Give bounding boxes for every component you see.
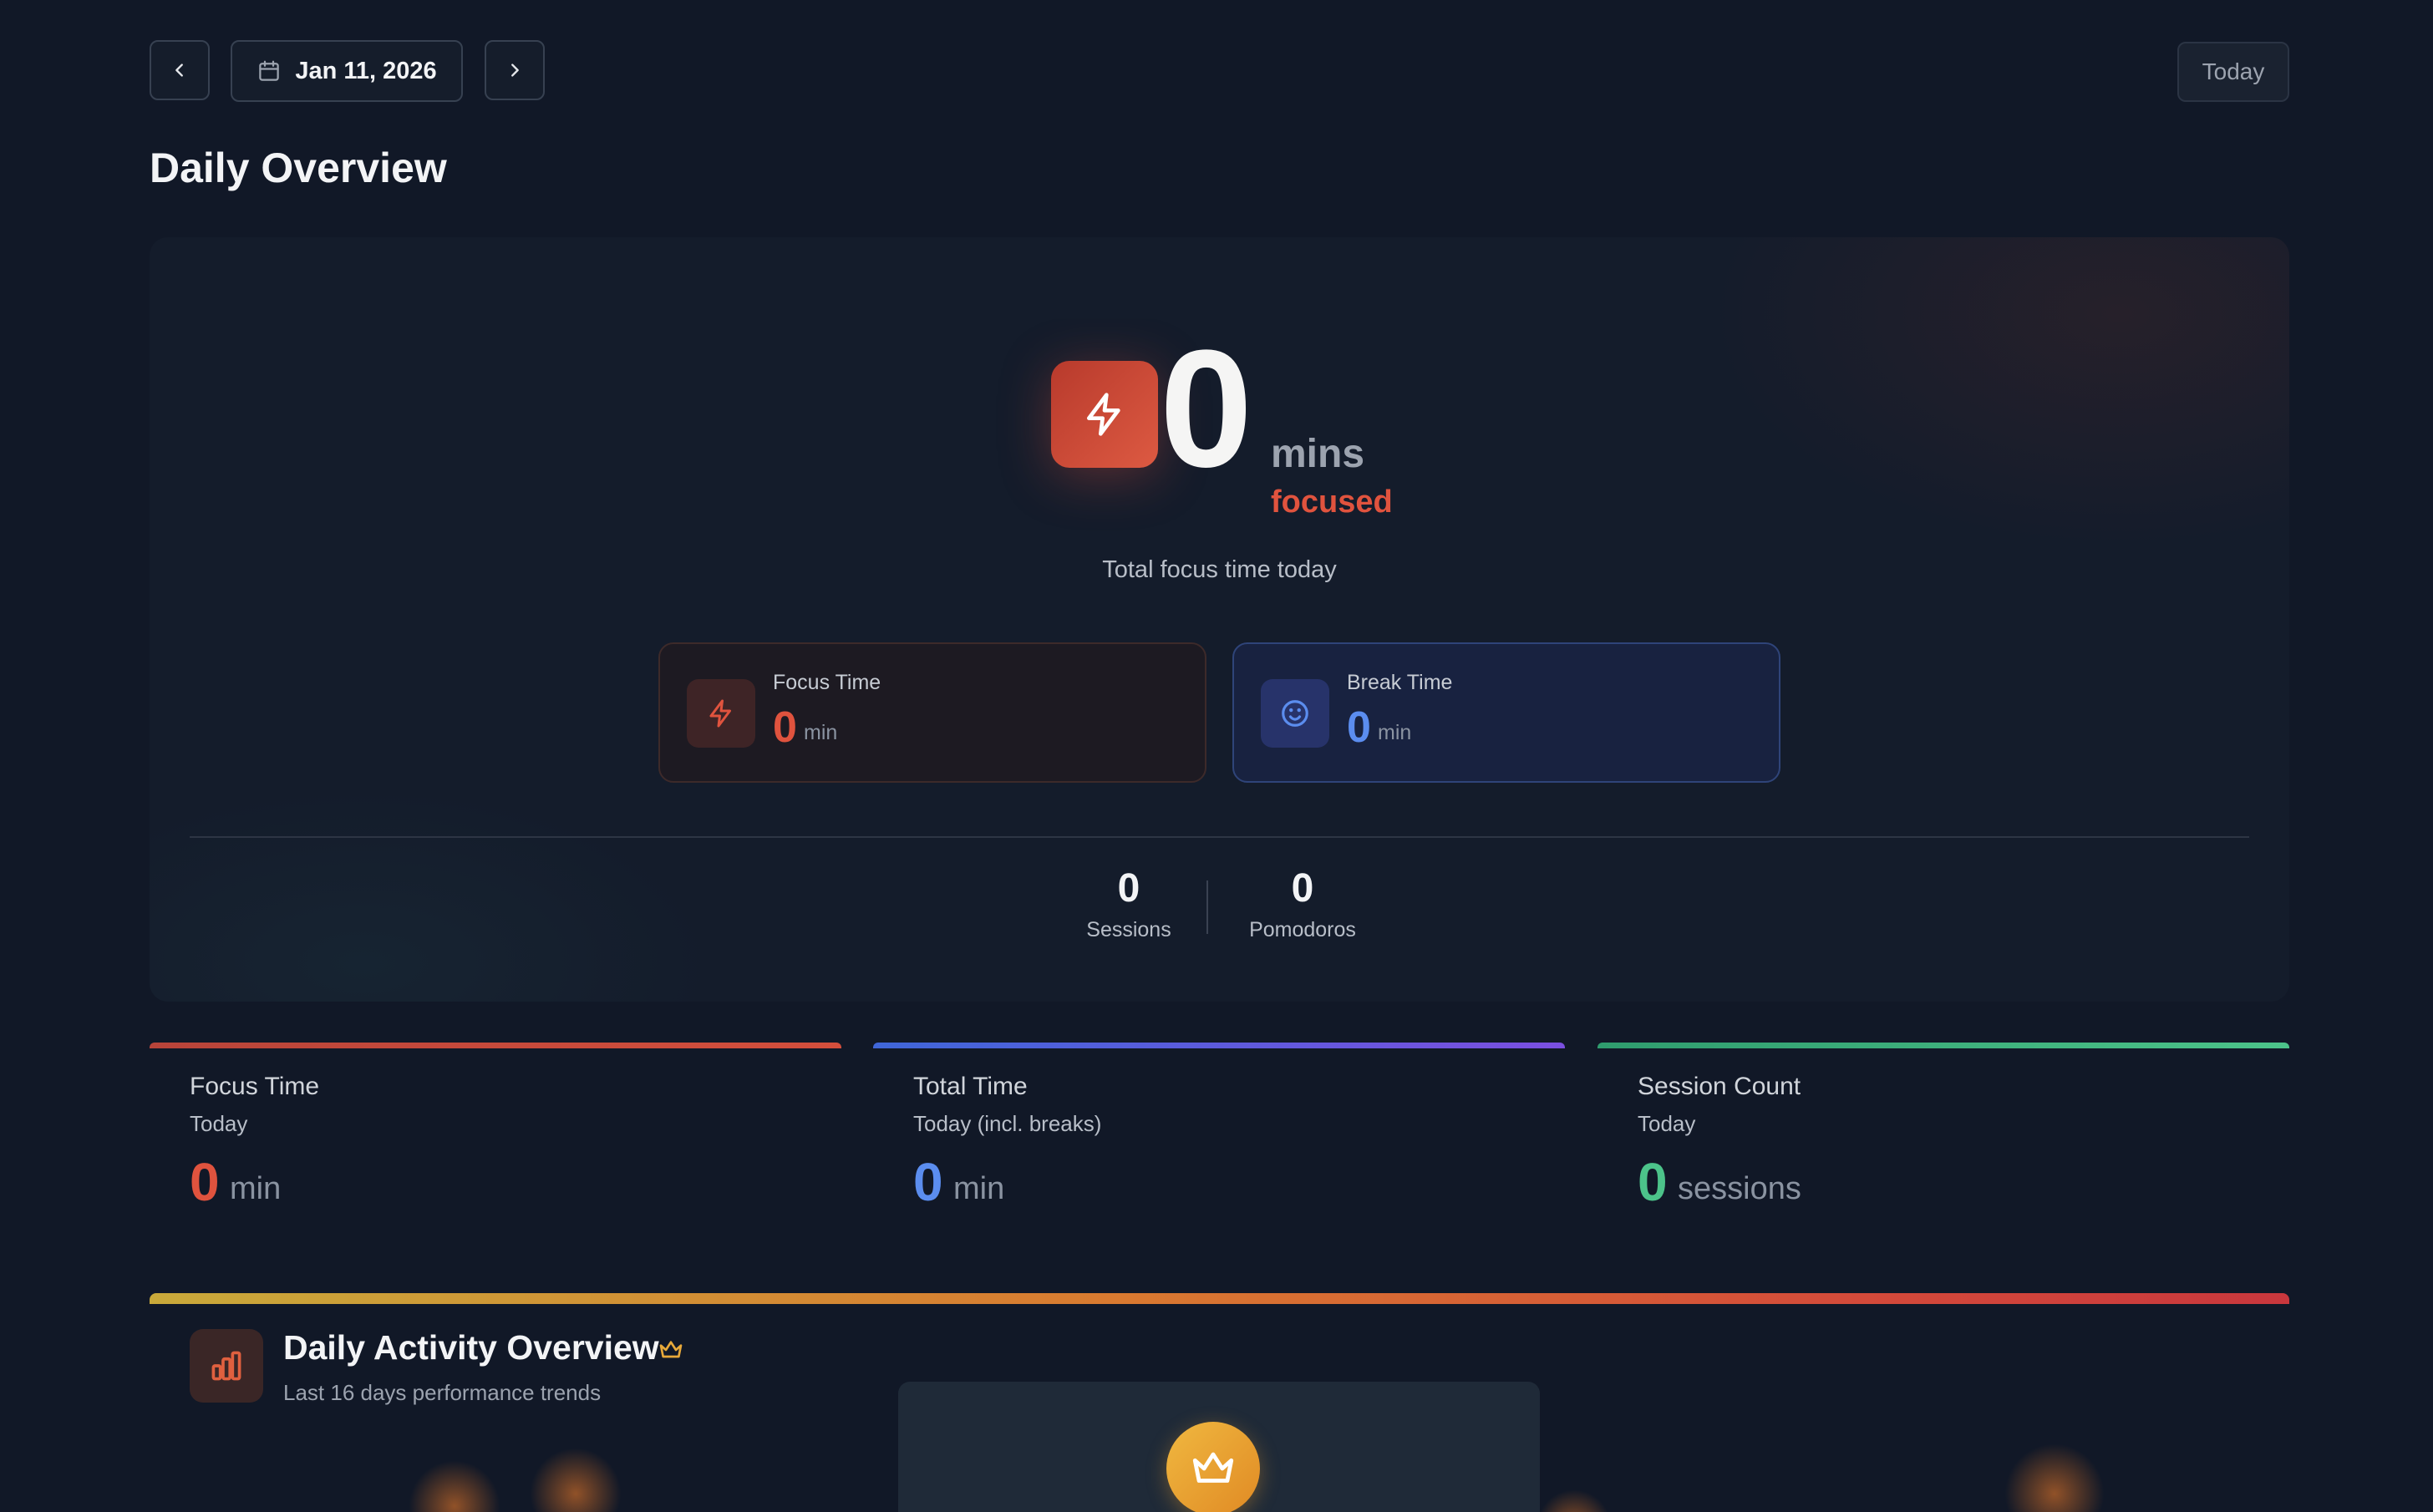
stat-value: 0 (913, 1152, 943, 1212)
stat-subtitle: Today (190, 1111, 248, 1136)
stat-value: 0 (190, 1152, 220, 1212)
bar-chart-icon (211, 1351, 241, 1381)
stat-title: Focus Time (190, 1073, 320, 1100)
total-focus-display: 0 mins focused (1051, 326, 1410, 541)
crown-icon (659, 1341, 683, 1358)
chevron-right-icon (511, 63, 519, 77)
pomodoros-count: 0 Pomodoros (1236, 865, 1369, 942)
count-separator (1206, 880, 1208, 934)
stat-card-session-count: Session Count Today 0 sessions (1597, 1043, 2289, 1226)
break-time-unit: min (1378, 721, 1412, 744)
stat-unit: min (953, 1171, 1005, 1206)
daily-summary-card: 0 mins focused Total focus time today Fo… (150, 237, 2289, 1002)
total-focus-unit: mins (1271, 432, 1365, 476)
stat-title: Session Count (1638, 1073, 1801, 1100)
page-title: Daily Overview (150, 145, 447, 191)
stat-unit: sessions (1678, 1171, 1801, 1206)
calendar-icon (259, 60, 280, 81)
break-time-card: Break Time 0 min (1232, 642, 1780, 783)
stat-subtitle: Today (1638, 1111, 1696, 1136)
chart-glow (1536, 1489, 1612, 1512)
break-icon-tile (1261, 679, 1329, 748)
focus-time-value: 0 (773, 703, 797, 752)
premium-upsell-panel[interactable] (898, 1382, 1540, 1512)
stat-title: Total Time (913, 1073, 1028, 1100)
prev-day-button[interactable] (150, 40, 210, 100)
page: Jan 11, 2026 Today Daily Overview 0 mins… (150, 0, 2289, 1512)
next-day-button[interactable] (485, 40, 545, 100)
activity-subtitle: Last 16 days performance trends (283, 1380, 602, 1405)
break-time-label: Break Time (1347, 671, 1453, 694)
pomodoros-value: 0 (1291, 866, 1314, 911)
premium-badge (1166, 1422, 1260, 1512)
activity-icon-tile (190, 1329, 263, 1403)
hero-subtitle: Total focus time today (1102, 556, 1337, 583)
lightning-icon (1087, 393, 1120, 436)
sessions-label: Sessions (1086, 918, 1171, 941)
stat-subtitle: Today (incl. breaks) (913, 1111, 1102, 1136)
break-time-value: 0 (1347, 703, 1371, 752)
date-picker-button[interactable]: Jan 11, 2026 (231, 40, 463, 102)
focus-icon-tile (687, 679, 755, 748)
stat-unit: min (230, 1171, 282, 1206)
sessions-value: 0 (1117, 866, 1140, 911)
stat-value: 0 (1638, 1152, 1668, 1212)
stat-accent-bar (1597, 1043, 2289, 1048)
focus-time-card: Focus Time 0 min (658, 642, 1206, 783)
focus-time-unit: min (804, 721, 838, 744)
pomodoros-label: Pomodoros (1249, 918, 1356, 941)
lightning-icon (709, 699, 731, 728)
chart-glow (530, 1448, 622, 1512)
chart-glow (2004, 1444, 2105, 1512)
today-button[interactable]: Today (2177, 42, 2289, 102)
stat-accent-bar (150, 1043, 841, 1048)
focus-time-label: Focus Time (773, 671, 881, 694)
stat-card-focus-time: Focus Time Today 0 min (150, 1043, 841, 1226)
chevron-left-icon (175, 63, 183, 77)
date-navigation: Jan 11, 2026 Today (150, 40, 2289, 104)
chart-glow (409, 1460, 500, 1512)
daily-activity-section: Daily Activity Overview Last 16 days per… (150, 1293, 2289, 1512)
divider (190, 836, 2249, 838)
activity-accent-bar (150, 1293, 2289, 1304)
focus-badge (1051, 361, 1158, 468)
activity-title: Daily Activity Overview (283, 1328, 659, 1367)
stat-accent-bar (873, 1043, 1565, 1048)
current-date: Jan 11, 2026 (295, 57, 437, 84)
sessions-count: 0 Sessions (1079, 865, 1179, 942)
stat-card-total-time: Total Time Today (incl. breaks) 0 min (873, 1043, 1565, 1226)
total-focus-label: focused (1271, 485, 1393, 520)
crown-icon (1192, 1452, 1234, 1483)
smile-icon (1282, 700, 1308, 727)
total-focus-value: 0 (1160, 316, 1253, 502)
